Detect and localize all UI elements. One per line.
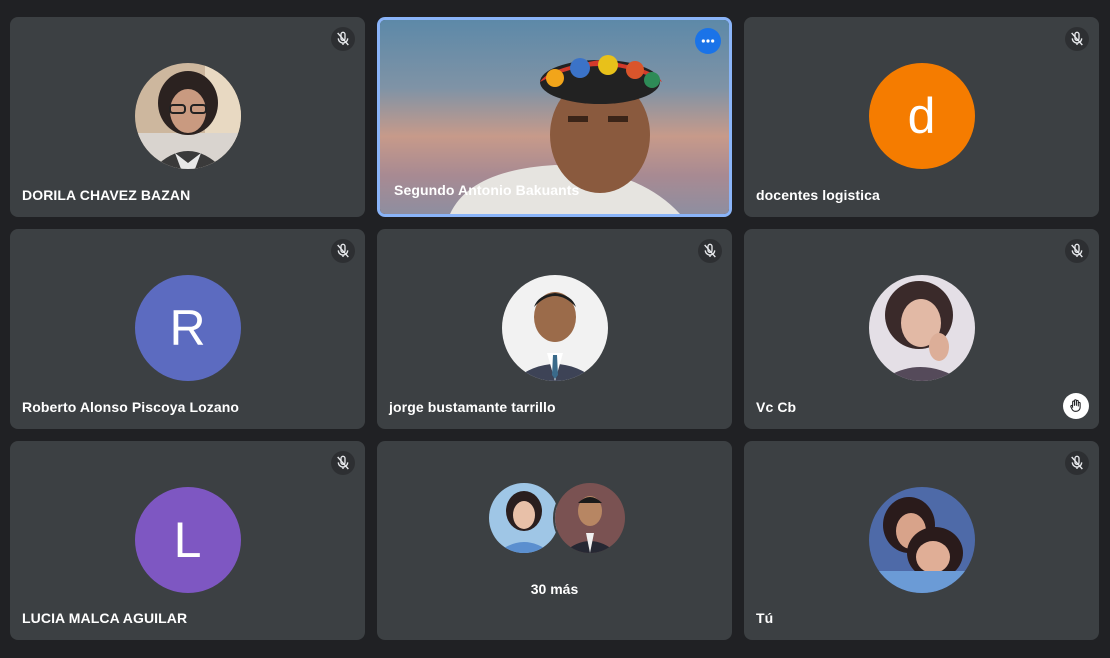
participant-name: Tú [756, 610, 774, 626]
mic-off-icon [331, 27, 355, 51]
participant-name: Vc Cb [756, 399, 797, 415]
mic-off-icon [1065, 27, 1089, 51]
participant-avatar-photo [134, 63, 241, 169]
participant-avatar-letter: L [134, 487, 241, 593]
participant-name: DORILA CHAVEZ BAZAN [22, 187, 191, 203]
participant-avatar-photo [553, 481, 627, 555]
participant-tile-roberto[interactable]: R Roberto Alonso Piscoya Lozano [10, 229, 365, 429]
mic-off-icon [698, 239, 722, 263]
participant-name: Roberto Alonso Piscoya Lozano [22, 399, 240, 415]
participant-tile-dorila[interactable]: DORILA CHAVEZ BAZAN [10, 17, 365, 217]
participant-avatar-letter: d [868, 63, 975, 169]
more-options-button[interactable] [695, 28, 721, 54]
participant-avatar-photo [868, 275, 975, 381]
participant-avatar-letter: R [134, 275, 241, 381]
participant-name: docentes logistica [756, 187, 880, 203]
more-horizontal-icon [701, 39, 715, 43]
more-participants-tile[interactable]: 30 más [377, 441, 732, 640]
more-participants-label: 30 más [530, 581, 579, 597]
participant-tile-docentes[interactable]: d docentes logistica [744, 17, 1099, 217]
participant-tile-jorge[interactable]: jorge bustamante tarrillo [377, 229, 732, 429]
avatar-letter: L [173, 512, 202, 568]
mic-off-icon [1065, 451, 1089, 475]
avatar-letter: d [907, 88, 936, 144]
participant-avatar-photo [501, 275, 608, 381]
participant-tile-self[interactable]: Tú [744, 441, 1099, 640]
participant-tile-vccb[interactable]: Vc Cb [744, 229, 1099, 429]
raised-hand-icon [1063, 393, 1089, 419]
participant-tile-segundo[interactable]: Segundo Antonio Bakuants [377, 17, 732, 217]
participant-name: Segundo Antonio Bakuants [394, 182, 580, 198]
participant-avatar-photo [487, 481, 561, 555]
mic-off-icon [331, 451, 355, 475]
participant-name: LUCIA MALCA AGUILAR [22, 610, 188, 626]
participant-name: jorge bustamante tarrillo [389, 399, 556, 415]
mic-off-icon [1065, 239, 1089, 263]
participant-avatar-photo [868, 487, 975, 593]
avatar-letter: R [169, 300, 206, 356]
participant-tile-lucia[interactable]: L LUCIA MALCA AGUILAR [10, 441, 365, 640]
participant-grid: DORILA CHAVEZ BAZAN Segundo Antonio Baku… [0, 0, 1110, 658]
mic-off-icon [331, 239, 355, 263]
